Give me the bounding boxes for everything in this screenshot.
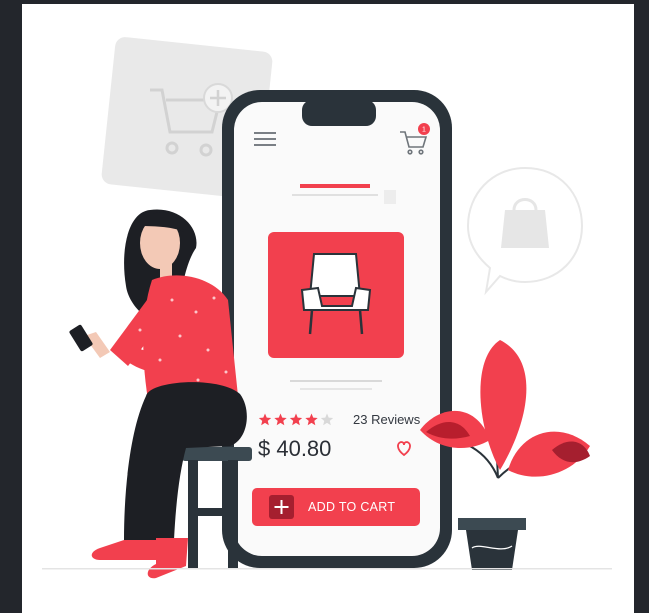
title-placeholder-bar [300,184,370,188]
product-price: $ 40.80 [258,436,331,461]
phone-notch [302,100,376,126]
product-image [268,232,404,358]
pot-rim [458,518,526,530]
woman-figure [69,209,247,579]
add-to-cart-button[interactable]: ADD TO CART [252,488,420,526]
ecommerce-illustration: 1 23 Reviews $ 40.80 ADD TO CART [42,37,612,579]
pot [466,530,518,570]
reviews-count: 23 Reviews [353,412,421,427]
speech-bubble [466,166,584,296]
divider [290,380,382,382]
smartphone: 1 23 Reviews $ 40.80 ADD TO CART [222,90,452,568]
ground-line [42,568,612,570]
cart-badge-count: 1 [422,127,426,134]
add-to-cart-label: ADD TO CART [308,500,395,514]
